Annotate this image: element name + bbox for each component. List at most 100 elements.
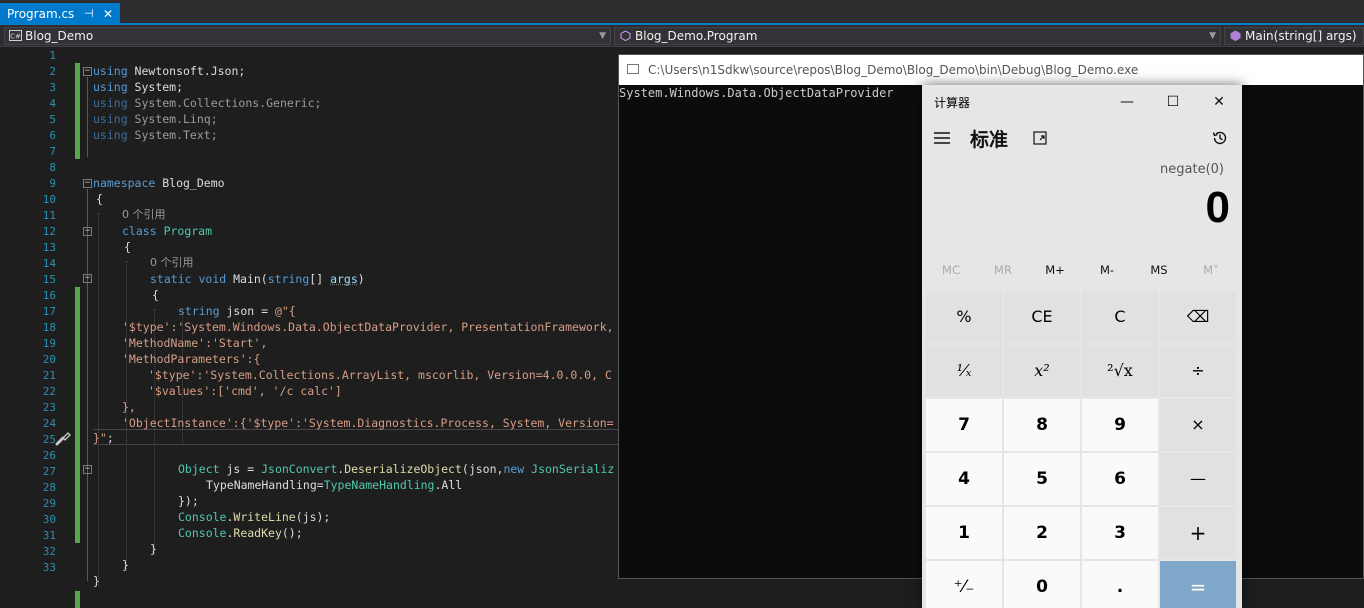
memory-add-button[interactable]: M+ <box>1029 263 1081 277</box>
line-number: 15 <box>42 273 56 286</box>
code-line-5: using System.Linq; <box>93 112 218 126</box>
line-number: 6 <box>49 129 56 142</box>
square-root-button[interactable]: ²√x <box>1082 345 1158 397</box>
document-tab-strip: Program.cs ⊣ ✕ <box>0 0 1364 25</box>
digit-7-button[interactable]: 7 <box>926 399 1002 451</box>
memory-subtract-button[interactable]: M- <box>1081 263 1133 277</box>
code-line-15: string json = @"{ <box>178 304 296 318</box>
csharp-project-icon: C# <box>9 30 22 41</box>
line-number: 20 <box>42 353 56 366</box>
line-number: 7 <box>49 145 56 158</box>
line-number: 31 <box>42 529 56 542</box>
tab-label: Program.cs <box>7 7 75 21</box>
digit-4-button[interactable]: 4 <box>926 453 1002 505</box>
reference-count-codelens[interactable]: 0 个引用 <box>150 255 194 271</box>
collapse-icon[interactable]: − <box>83 465 92 474</box>
hamburger-menu-icon[interactable] <box>932 129 952 147</box>
line-number: 19 <box>42 337 56 350</box>
console-output: System.Windows.Data.ObjectDataProvider <box>619 86 894 100</box>
line-number: 27 <box>42 465 56 478</box>
backspace-button[interactable]: ⌫ <box>1160 291 1236 343</box>
decimal-button[interactable]: . <box>1082 561 1158 608</box>
code-line-3: using System; <box>93 80 184 94</box>
code-line-18: 'MethodParameters':{ <box>122 352 261 366</box>
digit-9-button[interactable]: 9 <box>1082 399 1158 451</box>
reciprocal-button[interactable]: ¹⁄ₓ <box>926 345 1002 397</box>
clear-entry-button[interactable]: CE <box>1004 291 1080 343</box>
console-title-bar[interactable]: C:\Users\n1Sdkw\source\repos\Blog_Demo\B… <box>619 55 1363 85</box>
line-number: 4 <box>49 97 56 110</box>
code-line-25: Object js = JsonConvert.DeserializeObjec… <box>178 462 615 476</box>
memory-clear-button[interactable]: MC <box>925 263 977 277</box>
history-icon[interactable] <box>1211 129 1229 147</box>
line-number: 24 <box>42 417 56 430</box>
reference-count-codelens[interactable]: 0 个引用 <box>122 207 166 223</box>
expression-display: negate(0) <box>1160 162 1224 177</box>
multiply-button[interactable]: × <box>1160 399 1236 451</box>
percent-button[interactable]: % <box>926 291 1002 343</box>
console-title: C:\Users\n1Sdkw\source\repos\Blog_Demo\B… <box>648 63 1139 77</box>
line-number: 28 <box>42 481 56 494</box>
code-text-area[interactable]: using Newtonsoft.Json; using System; usi… <box>93 47 633 608</box>
fold-guide <box>87 77 88 157</box>
code-line-6: using System.Text; <box>93 128 218 142</box>
line-number-gutter: 1 2 3 4 5 6 7 8 9 10 11 12 13 14 15 16 17 18 19 20 21 22 23 24 2… <box>0 47 80 608</box>
line-number: 2 <box>49 65 56 78</box>
memory-store-button[interactable]: MS <box>1133 263 1185 277</box>
line-number: 22 <box>42 385 56 398</box>
code-line-11: class Program <box>122 224 213 238</box>
digit-3-button[interactable]: 3 <box>1082 507 1158 559</box>
close-icon[interactable]: ✕ <box>103 3 113 25</box>
line-number: 23 <box>42 401 56 414</box>
square-button[interactable]: x² <box>1004 345 1080 397</box>
collapse-icon[interactable]: − <box>83 67 92 76</box>
quick-action-brush-icon[interactable] <box>54 430 72 446</box>
line-number: 12 <box>42 225 56 238</box>
console-app-icon <box>627 64 639 74</box>
equals-button[interactable]: = <box>1160 561 1236 608</box>
code-line-13: static void Main(string[] args) <box>150 272 365 286</box>
navigation-bar: C# Blog_Demo ▼ Blog_Demo.Program ▼ Main(… <box>0 25 1364 47</box>
close-button[interactable]: ✕ <box>1196 89 1242 115</box>
memory-recall-button[interactable]: MR <box>977 263 1029 277</box>
keep-on-top-icon[interactable] <box>1032 130 1048 146</box>
add-button[interactable]: + <box>1160 507 1236 559</box>
digit-6-button[interactable]: 6 <box>1082 453 1158 505</box>
pin-icon[interactable]: ⊣ <box>84 3 94 25</box>
member-dropdown[interactable]: Main(string[] args) <box>1224 27 1364 45</box>
code-line-4: using System.Collections.Generic; <box>93 96 322 110</box>
collapse-icon[interactable]: − <box>83 227 92 236</box>
code-line-23: }"; <box>93 431 114 445</box>
digit-5-button[interactable]: 5 <box>1004 453 1080 505</box>
change-marker <box>75 63 80 159</box>
code-line-28: Console.WriteLine(js); <box>178 510 331 524</box>
divide-button[interactable]: ÷ <box>1160 345 1236 397</box>
code-line-26: TypeNameHandling=TypeNameHandling.All <box>206 478 463 492</box>
type-dropdown[interactable]: Blog_Demo.Program ▼ <box>614 27 1221 45</box>
tab-program-cs[interactable]: Program.cs ⊣ ✕ <box>0 3 120 25</box>
maximize-button[interactable]: ☐ <box>1150 89 1196 115</box>
clear-button[interactable]: C <box>1082 291 1158 343</box>
result-display: 0 <box>1205 183 1230 232</box>
fold-guide <box>87 189 88 581</box>
class-icon <box>620 30 631 41</box>
collapse-icon[interactable]: − <box>83 179 92 188</box>
method-icon <box>1230 30 1241 41</box>
change-marker <box>75 591 80 608</box>
code-line-22: 'ObjectInstance':{'$type':'System.Diagno… <box>122 416 614 430</box>
code-line-17: 'MethodName':'Start', <box>122 336 268 350</box>
digit-1-button[interactable]: 1 <box>926 507 1002 559</box>
memory-list-button[interactable]: M˅ <box>1185 263 1237 277</box>
collapse-icon[interactable]: − <box>83 274 92 283</box>
negate-button[interactable]: ⁺⁄₋ <box>926 561 1002 608</box>
subtract-button[interactable]: — <box>1160 453 1236 505</box>
digit-8-button[interactable]: 8 <box>1004 399 1080 451</box>
line-number: 32 <box>42 545 56 558</box>
project-dropdown[interactable]: C# Blog_Demo ▼ <box>4 27 611 45</box>
digit-2-button[interactable]: 2 <box>1004 507 1080 559</box>
line-number: 18 <box>42 321 56 334</box>
calculator-window[interactable]: 计算器 — ☐ ✕ 标准 negate(0) 0 MC MR M+ M- MS … <box>922 85 1242 608</box>
type-name: Blog_Demo.Program <box>635 29 758 43</box>
digit-0-button[interactable]: 0 <box>1004 561 1080 608</box>
minimize-button[interactable]: — <box>1104 89 1150 115</box>
